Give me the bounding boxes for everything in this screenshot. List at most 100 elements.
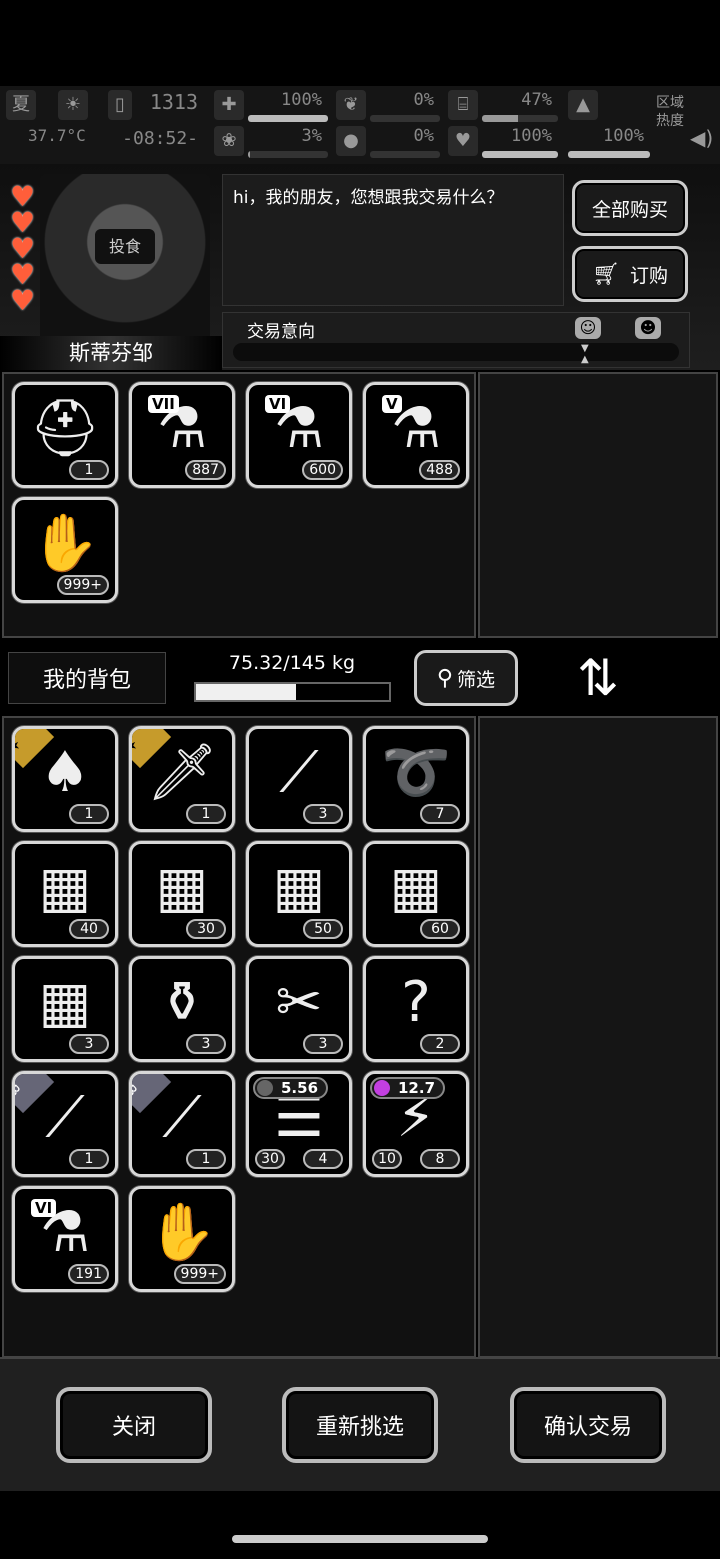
bag-selection-panel bbox=[478, 716, 718, 1358]
item-slot-manual[interactable]: ? 2 bbox=[363, 956, 469, 1062]
swap-icon[interactable]: ⇅ bbox=[566, 646, 630, 710]
vial-icon: ⚗ bbox=[156, 396, 208, 461]
trader-dialog: hi，我的朋友，您想跟我交易什么？ bbox=[222, 174, 564, 306]
item-slot-vial[interactable]: ⚗ VII 887 bbox=[129, 382, 235, 488]
vial-icon: ⚗ bbox=[39, 1200, 91, 1265]
item-slot-crate[interactable]: ▦ 60 bbox=[363, 841, 469, 947]
day-counter-text: 1313 bbox=[149, 90, 198, 114]
heart-icon: ♥ bbox=[10, 284, 36, 317]
item-count: 488 bbox=[419, 460, 460, 480]
tier-label: VI bbox=[31, 1199, 57, 1217]
zombie-card-icon: ✋ bbox=[30, 511, 100, 576]
item-slot-vial[interactable]: ⚗ VI 600 bbox=[246, 382, 352, 488]
spray-cans-icon: ⚱ bbox=[158, 970, 206, 1035]
temperature-text: 37.7°C bbox=[28, 126, 86, 145]
crate-icon: ▦ bbox=[38, 855, 92, 920]
item-count: 999+ bbox=[56, 575, 109, 595]
happy-face-icon: ☻ bbox=[635, 317, 661, 339]
trade-intent-label: 交易意向 bbox=[247, 322, 315, 342]
stat-stamina: 100% bbox=[568, 126, 650, 160]
item-slot-helmet[interactable]: ⛑ 1 bbox=[12, 382, 118, 488]
item-slot-zombie-card[interactable]: ✋ 999+ bbox=[129, 1186, 235, 1292]
item-slot-zombie-card[interactable]: ✋ 999+ bbox=[12, 497, 118, 603]
stat-health-value: 100% bbox=[281, 90, 322, 110]
item-count: 1 bbox=[69, 460, 109, 480]
item-slot-backpack[interactable]: ⚡ 12.7 10 8 bbox=[363, 1071, 469, 1177]
stat-weather: ▲ bbox=[568, 90, 650, 124]
confirm-trade-button[interactable]: 确认交易 bbox=[510, 1387, 666, 1463]
item-slot-magazine[interactable]: ☰ 5.56 30 4 bbox=[246, 1071, 352, 1177]
item-count: 1 bbox=[69, 804, 109, 824]
sun-icon: ☀ bbox=[58, 90, 88, 120]
stat-mood-value: 3% bbox=[301, 126, 322, 146]
stomach-icon: ❦ bbox=[336, 90, 366, 120]
reselect-button[interactable]: 重新挑选 bbox=[282, 1387, 438, 1463]
caliber-label: 5.56 bbox=[253, 1077, 329, 1099]
item-count: 1 bbox=[186, 804, 226, 824]
trader-header: 投食 ♥ ♥ ♥ ♥ ♥ 斯蒂芬邹 hi，我的朋友，您想跟我交易什么？ 全部购买… bbox=[0, 164, 720, 370]
zombie-card-icon: ✋ bbox=[147, 1200, 217, 1265]
item-count: 191 bbox=[68, 1264, 109, 1284]
bandage-icon: ✂ bbox=[275, 970, 323, 1035]
item-slot-crate[interactable]: ▦ 40 bbox=[12, 841, 118, 947]
helmet-icon: ⛑ bbox=[29, 396, 101, 461]
caliber-label: 12.7 bbox=[370, 1077, 446, 1099]
item-slot-katana[interactable]: ⟋ B 1 bbox=[12, 1071, 118, 1177]
item-slot-crate[interactable]: ▦ 50 bbox=[246, 841, 352, 947]
item-slot-machete[interactable]: 🗡︎ ★ 1 bbox=[129, 726, 235, 832]
trader-affinity-hearts: ♥ ♥ ♥ ♥ ♥ bbox=[10, 183, 40, 317]
clock: -08:52- bbox=[108, 128, 204, 162]
item-count: 40 bbox=[69, 919, 109, 939]
item-slot-shovel[interactable]: ♠ ★ 1 bbox=[12, 726, 118, 832]
item-slot-crate[interactable]: ▦ 30 bbox=[129, 841, 235, 947]
crate-icon: ▦ bbox=[155, 855, 209, 920]
item-slot-vial[interactable]: ⚗ VI 191 bbox=[12, 1186, 118, 1292]
buy-all-button[interactable]: 全部购买 bbox=[572, 180, 688, 236]
order-button[interactable]: 🛒︎ 订购 bbox=[572, 246, 688, 302]
item-slot-spray-cans[interactable]: ⚱ 3 bbox=[129, 956, 235, 1062]
manual-icon: ? bbox=[401, 970, 431, 1035]
stat-blood-value: 0% bbox=[413, 126, 434, 146]
home-indicator[interactable] bbox=[232, 1535, 488, 1543]
ammo-icon bbox=[257, 1080, 273, 1096]
item-slot-bandage[interactable]: ✂ 3 bbox=[246, 956, 352, 1062]
stat-heart-value: 100% bbox=[511, 126, 552, 146]
item-count: 600 bbox=[302, 460, 343, 480]
item-slot-rope[interactable]: ➰ 7 bbox=[363, 726, 469, 832]
item-count: 2 bbox=[420, 1034, 460, 1054]
neutral-face-icon: ☺ bbox=[575, 317, 601, 339]
item-count: 999+ bbox=[173, 1264, 226, 1284]
item-count: 8 bbox=[420, 1149, 460, 1169]
item-count: 1 bbox=[186, 1149, 226, 1169]
stat-stamina-value: 100% bbox=[603, 126, 644, 146]
trader-mask-text: 投食 bbox=[95, 229, 155, 264]
stat-drink: ⌸ 47% bbox=[448, 90, 558, 124]
item-slot-vial[interactable]: ⚗ V 488 bbox=[363, 382, 469, 488]
item-slot-katana[interactable]: ⟋ B 1 bbox=[129, 1071, 235, 1177]
item-slot-lockpick[interactable]: ⟋ 3 bbox=[246, 726, 352, 832]
vial-icon: ⚗ bbox=[273, 396, 325, 461]
item-count: 887 bbox=[185, 460, 226, 480]
filter-button[interactable]: ⚲ 筛选 bbox=[414, 650, 518, 706]
item-slot-crate[interactable]: ▦ 3 bbox=[12, 956, 118, 1062]
close-button[interactable]: 关闭 bbox=[56, 1387, 212, 1463]
tier-label: V bbox=[382, 395, 402, 413]
tier-label: VI bbox=[265, 395, 291, 413]
crate-icon: ▦ bbox=[272, 855, 326, 920]
filter-label: 筛选 bbox=[457, 668, 496, 691]
item-count: 3 bbox=[303, 804, 343, 824]
bag-weight-text: 75.32/145 kg bbox=[228, 652, 356, 674]
blood-drop-icon: ● bbox=[336, 126, 366, 156]
day-counter: ▯ 1313 bbox=[108, 90, 204, 124]
search-icon: ⚲ bbox=[436, 665, 454, 691]
item-count: 4 bbox=[303, 1149, 343, 1169]
stat-drink-value: 47% bbox=[521, 90, 552, 110]
lockpick-icon: ⟋ bbox=[279, 740, 319, 805]
stat-heart: ♥ 100% bbox=[448, 126, 558, 160]
stat-health: ✚ 100% bbox=[214, 90, 328, 124]
item-count: 30 bbox=[186, 919, 226, 939]
zone-heat-label: 区域热度 bbox=[656, 95, 684, 129]
sound-icon[interactable]: ◀) bbox=[690, 126, 713, 150]
crate-icon: ▦ bbox=[38, 970, 92, 1035]
season-icon: 夏 bbox=[6, 90, 36, 120]
